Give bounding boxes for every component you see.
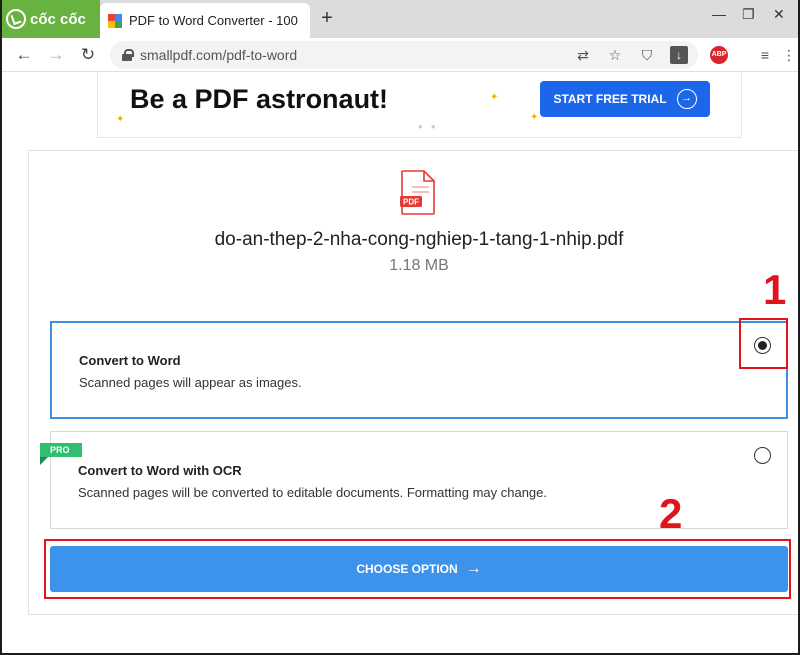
pro-badge: PRO: [40, 443, 82, 465]
option-description: Scanned pages will appear as images.: [79, 375, 302, 390]
start-free-trial-label: START FREE TRIAL: [553, 92, 667, 106]
annotation-box-1: [739, 318, 788, 369]
start-free-trial-button[interactable]: START FREE TRIAL →: [540, 81, 710, 117]
decorative-dots: ●●: [418, 122, 444, 131]
pdf-file-icon: PDF: [400, 170, 435, 215]
coccoc-logo-icon: [6, 9, 26, 29]
forward-arrow-icon[interactable]: →: [44, 43, 68, 67]
translate-icon[interactable]: ⇄: [574, 46, 592, 64]
annotation-number-2: 2: [659, 490, 683, 537]
sparkle-icon: ✦: [530, 112, 539, 123]
back-arrow-icon[interactable]: ←: [12, 43, 36, 67]
bookmark-star-icon[interactable]: ☆: [606, 46, 624, 64]
smallpdf-favicon-icon: [108, 13, 122, 28]
adblock-icon[interactable]: ABP: [710, 46, 728, 64]
annotation-number-1: 1: [763, 266, 787, 313]
coccoc-logo[interactable]: cốc cốc: [0, 0, 100, 38]
option-title: Convert to Word with OCR: [78, 463, 242, 478]
download-icon[interactable]: ↓: [670, 46, 688, 64]
tab-title: PDF to Word Converter - 100: [129, 13, 298, 28]
option-convert-to-word[interactable]: Convert to Word Scanned pages will appea…: [50, 321, 788, 419]
radio-convert-to-word-ocr[interactable]: [754, 447, 771, 464]
lock-icon[interactable]: [122, 49, 134, 61]
option-description: Scanned pages will be converted to edita…: [78, 485, 547, 500]
browser-logo-text: cốc cốc: [30, 10, 86, 28]
shield-icon[interactable]: ⛉: [638, 46, 656, 64]
arrow-right-icon: →: [676, 89, 697, 109]
pdf-icon-label: PDF: [403, 198, 419, 207]
new-tab-button[interactable]: +: [316, 8, 338, 30]
ad-headline: Be a PDF astronaut!: [130, 84, 389, 114]
annotation-box-2: [44, 539, 791, 599]
minimize-button[interactable]: —: [712, 6, 726, 22]
reload-icon[interactable]: ↻: [76, 43, 100, 67]
file-name: do-an-thep-2-nha-cong-nghiep-1-tang-1-nh…: [214, 229, 624, 250]
sparkle-icon: ✦: [116, 114, 125, 125]
browser-tab-strip: cốc cốc PDF to Word Converter - 100 + — …: [0, 0, 800, 38]
url-text[interactable]: smallpdf.com/pdf-to-word: [140, 47, 297, 63]
playlist-icon[interactable]: ≡: [756, 46, 774, 64]
ad-banner[interactable]: Be a PDF astronaut! ✦ ✦ ✦ ●● START FREE …: [97, 72, 742, 138]
file-size: 1.18 MB: [389, 257, 449, 274]
menu-icon[interactable]: ⋮: [780, 46, 798, 64]
close-window-button[interactable]: ✕: [773, 6, 785, 23]
option-title: Convert to Word: [79, 353, 181, 368]
sparkle-icon: ✦: [490, 92, 499, 103]
tab-pdf-to-word[interactable]: PDF to Word Converter - 100: [100, 3, 310, 38]
restore-button[interactable]: ❐: [742, 6, 755, 23]
browser-toolbar: ← → ↻ smallpdf.com/pdf-to-word ⇄ ☆ ⛉ ↓ A…: [0, 38, 800, 72]
